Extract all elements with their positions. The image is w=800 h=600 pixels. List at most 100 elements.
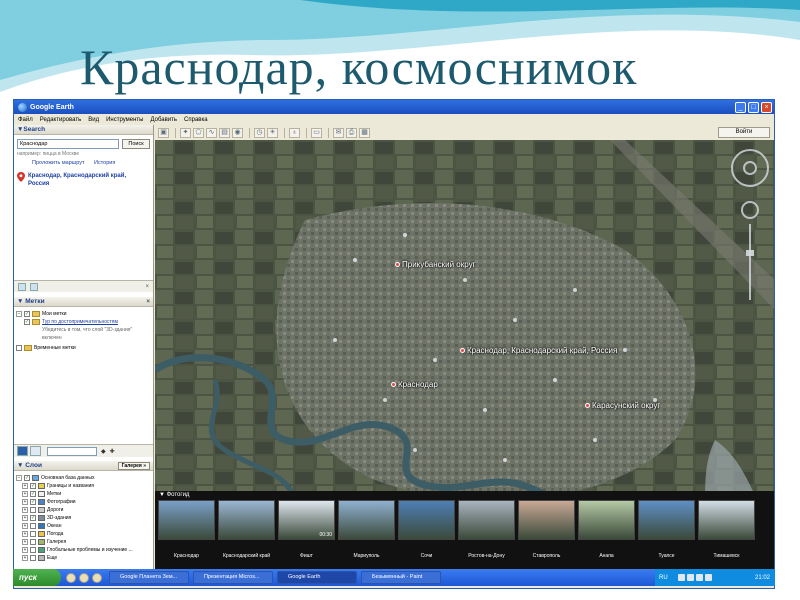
- menu-view[interactable]: Вид: [88, 117, 99, 123]
- polygon-icon[interactable]: ⬠: [193, 127, 204, 138]
- expand-icon[interactable]: +: [22, 515, 28, 521]
- email-icon[interactable]: ✉: [333, 127, 344, 138]
- photo-thumbnail[interactable]: 00:30 Фишт: [278, 500, 335, 559]
- menu-file[interactable]: Файл: [18, 117, 33, 123]
- sidebar-toggle-icon[interactable]: ▣: [158, 127, 169, 138]
- taskbar-item[interactable]: Презентация Micros...: [193, 571, 273, 584]
- historical-imagery-icon[interactable]: ◷: [254, 127, 265, 138]
- map-label-krasnodar-full[interactable]: Краснодар, Краснодарский край, Россия: [460, 346, 617, 355]
- layer-item[interactable]: + Глобальные проблемы и изучение ...: [16, 546, 151, 554]
- quick-launch-icon[interactable]: [79, 572, 89, 583]
- checkbox[interactable]: [30, 539, 36, 545]
- expand-icon[interactable]: +: [22, 499, 28, 505]
- start-button[interactable]: пуск: [13, 569, 61, 586]
- tray-icon[interactable]: [695, 574, 703, 581]
- checkbox[interactable]: [30, 523, 36, 529]
- route-link[interactable]: Проложить маршрут: [32, 160, 84, 166]
- checkbox[interactable]: ✓: [30, 499, 36, 505]
- list-item[interactable]: Временные метки: [16, 344, 151, 352]
- planets-icon[interactable]: ♁: [289, 127, 300, 138]
- arrow-up-icon[interactable]: ◆: [101, 448, 106, 455]
- photo-thumbnail[interactable]: Ростов-на-Дону: [458, 500, 515, 559]
- minimize-button[interactable]: _: [735, 101, 746, 113]
- photo-thumbnail[interactable]: Сочи: [398, 500, 455, 559]
- layer-item[interactable]: + Погода: [16, 530, 151, 538]
- placemark-icon[interactable]: ✦: [180, 127, 191, 138]
- photo-thumbnail[interactable]: Краснодар: [158, 500, 215, 559]
- view-toggle-button[interactable]: [30, 446, 41, 456]
- layer-item[interactable]: + ✓ 3D-здания: [16, 514, 151, 522]
- tray-icon[interactable]: [686, 574, 694, 581]
- places-filter-input[interactable]: [47, 446, 97, 456]
- checkbox[interactable]: ✓: [30, 515, 36, 521]
- map-label-karasun[interactable]: Карасунский округ: [585, 401, 660, 410]
- menu-add[interactable]: Добавить: [151, 117, 178, 123]
- list-item[interactable]: ✓ Тур по достопримечательностям Убедитес…: [16, 318, 151, 342]
- maximize-button[interactable]: □: [748, 101, 759, 113]
- taskbar-item[interactable]: Google Планета Зем...: [109, 571, 189, 584]
- quick-launch-icon[interactable]: [92, 572, 102, 583]
- maps-icon[interactable]: ▦: [359, 127, 370, 138]
- language-indicator[interactable]: RU: [659, 575, 668, 581]
- layer-item[interactable]: + ✓ Фотографии: [16, 498, 151, 506]
- layer-item[interactable]: − ✓ Основная база данных: [16, 474, 151, 482]
- expand-icon[interactable]: +: [22, 531, 28, 537]
- tour-link[interactable]: Тур по достопримечательностям: [42, 318, 151, 326]
- layers-panel-header[interactable]: ▼ Слои Галерея »: [14, 461, 153, 471]
- photo-thumbnail[interactable]: Краснодарский край: [218, 500, 275, 559]
- arrow-down-icon[interactable]: ✚: [110, 448, 115, 455]
- close-button[interactable]: ×: [761, 101, 772, 113]
- copy-icon[interactable]: [18, 282, 26, 291]
- tour-icon[interactable]: ◉: [232, 127, 243, 138]
- map-label-krasnodar[interactable]: Краснодар: [391, 380, 438, 389]
- taskbar-item[interactable]: Безымянный - Paint: [361, 571, 441, 584]
- photo-thumbnail[interactable]: Тимашевск: [698, 500, 755, 559]
- collapse-icon[interactable]: −: [16, 311, 22, 317]
- tray-icon[interactable]: [704, 574, 712, 581]
- photo-strip-header[interactable]: ▼ Фотогид: [155, 491, 774, 500]
- search-button[interactable]: Поиск: [122, 139, 150, 149]
- checkbox[interactable]: [30, 547, 36, 553]
- expand-icon[interactable]: +: [22, 539, 28, 545]
- layer-item[interactable]: + Еще: [16, 554, 151, 562]
- map-label-prikuban[interactable]: Прикубанский округ: [395, 260, 476, 269]
- expand-icon[interactable]: +: [22, 547, 28, 553]
- layer-item[interactable]: + Дороги: [16, 506, 151, 514]
- photo-thumbnail[interactable]: Ставрополь: [518, 500, 575, 559]
- sunlight-icon[interactable]: ☀: [267, 127, 278, 138]
- ruler-icon[interactable]: ▭: [311, 127, 322, 138]
- menu-edit[interactable]: Редактировать: [40, 117, 81, 123]
- checkbox[interactable]: ✓: [30, 483, 36, 489]
- layer-item[interactable]: + Океан: [16, 522, 151, 530]
- expand-icon[interactable]: +: [22, 555, 28, 561]
- checkbox[interactable]: ✓: [24, 319, 30, 325]
- close-icon[interactable]: ×: [146, 297, 150, 307]
- checkbox[interactable]: [30, 555, 36, 561]
- checkbox[interactable]: [16, 345, 22, 351]
- photo-thumbnail[interactable]: Мариуполь: [338, 500, 395, 559]
- quick-launch-icon[interactable]: [66, 572, 76, 583]
- path-icon[interactable]: ∿: [206, 127, 217, 138]
- menu-tools[interactable]: Инструменты: [106, 117, 143, 123]
- checkbox[interactable]: [30, 531, 36, 537]
- checkbox[interactable]: [30, 507, 36, 513]
- places-panel-header[interactable]: ▼ Метки ×: [14, 297, 153, 307]
- tray-icon[interactable]: [677, 574, 685, 581]
- list-item[interactable]: − ✓ Мои метки: [16, 310, 151, 318]
- close-icon[interactable]: ×: [145, 284, 149, 290]
- sign-in-button[interactable]: Войти: [718, 127, 770, 138]
- search-panel-header[interactable]: ▼Search: [14, 125, 153, 135]
- photo-thumbnail[interactable]: Туапсе: [638, 500, 695, 559]
- expand-icon[interactable]: +: [22, 523, 28, 529]
- expand-icon[interactable]: +: [22, 483, 28, 489]
- taskbar-item[interactable]: Google Earth: [277, 571, 357, 584]
- checkbox[interactable]: ✓: [24, 475, 30, 481]
- menu-help[interactable]: Справка: [184, 117, 208, 123]
- refresh-icon[interactable]: [30, 282, 38, 291]
- print-icon[interactable]: ⎙: [346, 127, 357, 138]
- checkbox[interactable]: ✓: [30, 491, 36, 497]
- checkbox[interactable]: ✓: [24, 311, 30, 317]
- gallery-button[interactable]: Галерея »: [117, 462, 150, 470]
- search-result[interactable]: Краснодар, Краснодарский край, Россия: [14, 166, 153, 194]
- photo-thumbnail[interactable]: Анапа: [578, 500, 635, 559]
